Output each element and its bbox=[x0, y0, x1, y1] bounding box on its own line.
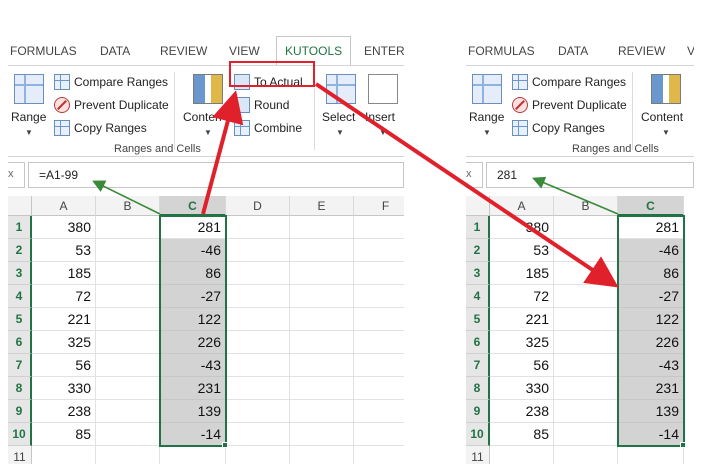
annotation-arrows bbox=[92, 82, 619, 288]
red-arrow-to-result bbox=[314, 82, 619, 288]
red-arrow-to-button bbox=[201, 90, 244, 215]
green-arrow-right bbox=[532, 176, 619, 215]
green-arrow-left bbox=[92, 180, 161, 215]
